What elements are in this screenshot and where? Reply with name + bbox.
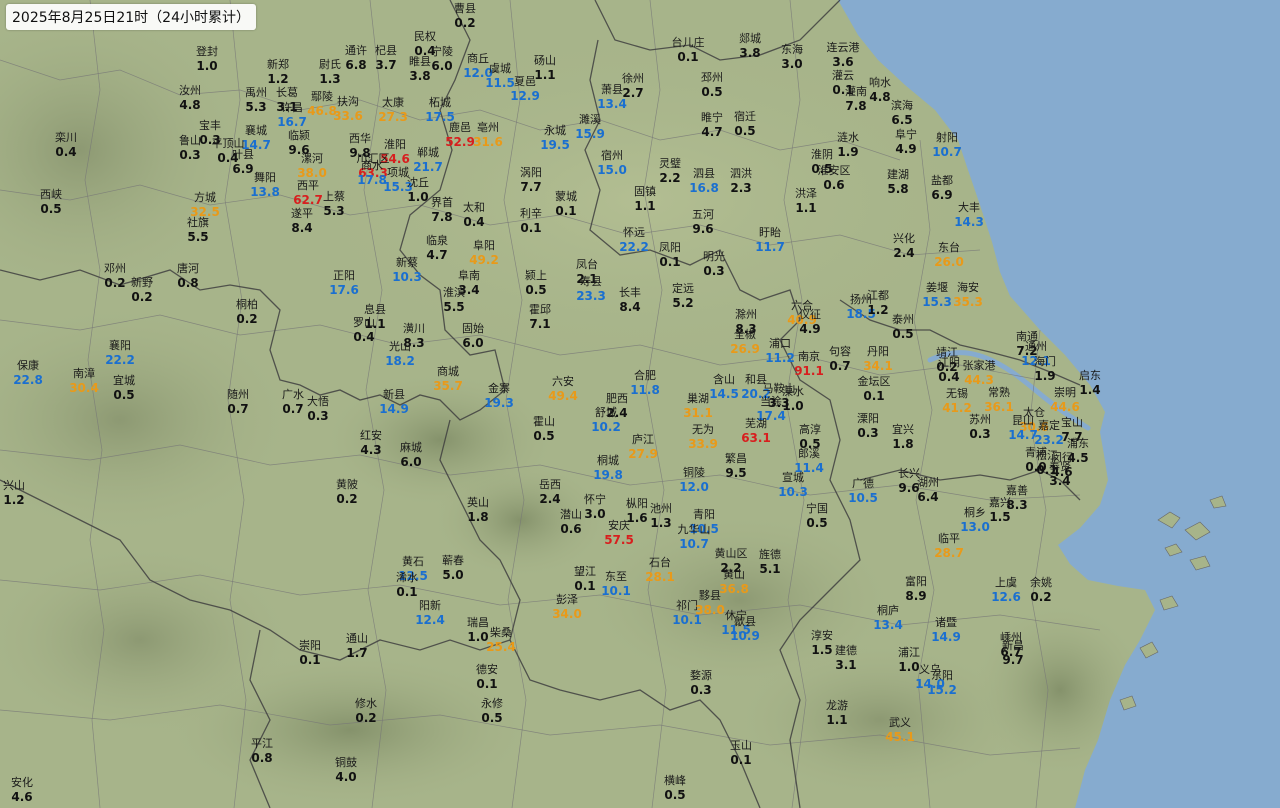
terrain-basemap (0, 0, 1280, 808)
map-title: 2025年8月25日21时（24小时累计） (6, 4, 256, 30)
rainfall-map: 2025年8月25日21时（24小时累计） 曹县 0.2 民权 0.4 杞县 3.7 通许 6… (0, 0, 1280, 808)
